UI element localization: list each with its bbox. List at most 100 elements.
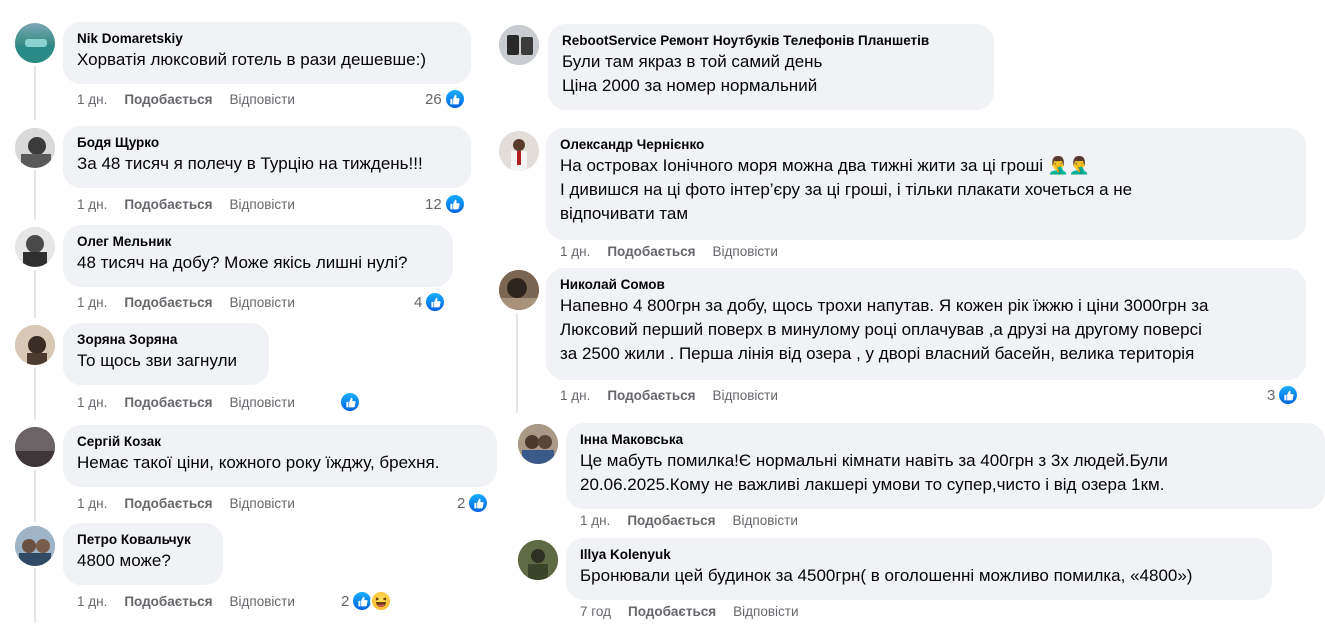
like-button[interactable]: Подобається	[124, 495, 212, 513]
like-icon	[467, 492, 490, 514]
reply-button[interactable]: Відповісти	[230, 394, 295, 412]
comment-bubble: Інна Маковська Це мабуть помилка!Є норма…	[566, 423, 1325, 509]
comment-author[interactable]: Петро Ковальчук	[77, 531, 211, 549]
thread-line	[34, 170, 36, 220]
reply-button[interactable]: Відповісти	[713, 387, 778, 405]
reply-button[interactable]: Відповісти	[230, 196, 295, 214]
reply-button[interactable]: Відповісти	[733, 603, 798, 621]
comment-text: Були там якраз в той самий день	[562, 52, 823, 71]
reply-button[interactable]: Відповісти	[713, 243, 778, 261]
comment-text: На островах Іонічного моря можна два тиж…	[560, 154, 1294, 178]
comment-author[interactable]: RebootService Ремонт Ноутбуків Телефонів…	[562, 32, 982, 50]
avatar-photo-icon	[15, 325, 55, 365]
comment-actions: 7 год Подобається Відповісти	[580, 603, 816, 621]
avatar-photo-icon	[499, 270, 539, 310]
comment-text: Немає такої ціни, кожного року їжджу, бр…	[77, 453, 440, 472]
avatar-photo-icon	[15, 227, 55, 267]
reaction-summary[interactable]: 3	[1267, 384, 1300, 406]
avatar[interactable]	[499, 25, 539, 65]
comment-bubble: Олег Мельник 48 тисяч на добу? Може якіс…	[63, 225, 453, 287]
avatar[interactable]	[518, 540, 558, 580]
comment-text: Хорватія люксовий готель в рази дешевше:…	[77, 50, 427, 69]
avatar[interactable]	[15, 325, 55, 365]
comment-time[interactable]: 1 дн.	[560, 387, 590, 405]
reply-button[interactable]: Відповісти	[733, 512, 798, 530]
avatar[interactable]	[518, 424, 558, 464]
avatar[interactable]	[15, 427, 55, 467]
comment-time[interactable]: 1 дн.	[560, 243, 590, 261]
like-icon	[424, 291, 447, 313]
comment-time[interactable]: 1 дн.	[580, 512, 610, 530]
reply-button[interactable]: Відповісти	[230, 91, 295, 109]
comment-text: 4800 може?	[77, 551, 171, 570]
comment-actions: 1 дн. Подобається Відповісти	[77, 294, 312, 312]
comment-author[interactable]: Олег Мельник	[77, 233, 441, 251]
reaction-summary[interactable]: 26	[425, 88, 466, 110]
avatar-photo-icon	[15, 427, 55, 467]
reaction-count: 2	[457, 494, 466, 512]
comment-text: 48 тисяч на добу? Може якісь лишні нулі?	[77, 253, 408, 272]
comment-text: відпочивати там	[560, 204, 689, 223]
comment-bubble: Николай Сомов Напевно 4 800грн за добу, …	[546, 268, 1306, 380]
comment-author[interactable]: Сергій Козак	[77, 433, 485, 451]
avatar[interactable]	[15, 526, 55, 566]
like-button[interactable]: Подобається	[124, 294, 212, 312]
comment-text: За 48 тисяч я полечу в Турцію на тиждень…	[77, 154, 423, 173]
comment-text: Ціна 2000 за номер нормальний	[562, 76, 818, 95]
reaction-count: 12	[425, 195, 442, 213]
reaction-count: 4	[414, 293, 423, 311]
like-button[interactable]: Подобається	[124, 593, 212, 611]
like-button[interactable]: Подобається	[124, 196, 212, 214]
avatar[interactable]	[15, 227, 55, 267]
like-icon	[1277, 384, 1300, 406]
avatar-photo-icon	[15, 39, 55, 63]
like-button[interactable]: Подобається	[607, 387, 695, 405]
avatar-photo-icon	[499, 25, 539, 65]
comment-author[interactable]: Nik Domaretskiy	[77, 30, 459, 48]
comment-time[interactable]: 1 дн.	[77, 593, 107, 611]
like-button[interactable]: Подобається	[124, 394, 212, 412]
comment-time[interactable]: 1 дн.	[77, 196, 107, 214]
reaction-count: 2	[341, 592, 350, 610]
comment-author[interactable]: Олександр Чернієнко	[560, 136, 1294, 154]
like-button[interactable]: Подобається	[124, 91, 212, 109]
comment-actions: 1 дн. Подобається Відповісти	[580, 512, 815, 530]
avatar[interactable]	[15, 128, 55, 168]
thread-line	[34, 368, 36, 420]
comment-author[interactable]: Зоряна Зоряна	[77, 331, 257, 349]
comment-author[interactable]: Інна Маковська	[580, 431, 1313, 449]
reaction-summary[interactable]: 2	[341, 590, 393, 612]
like-button[interactable]: Подобається	[607, 243, 695, 261]
like-button[interactable]: Подобається	[628, 603, 716, 621]
comment-time[interactable]: 1 дн.	[77, 91, 107, 109]
thread-line	[34, 270, 36, 318]
comment-text: То щось зви загнули	[77, 351, 237, 370]
avatar[interactable]	[499, 131, 539, 171]
comment-text: Люксовий перший поверх в минулому році о…	[560, 320, 1202, 339]
comment-author[interactable]: Бодя Щурко	[77, 134, 459, 152]
reply-button[interactable]: Відповісти	[230, 593, 295, 611]
reaction-summary[interactable]	[339, 391, 361, 413]
reaction-summary[interactable]: 12	[425, 193, 466, 215]
comment-time[interactable]: 1 дн.	[77, 394, 107, 412]
like-button[interactable]: Подобається	[627, 512, 715, 530]
avatar-photo-icon	[499, 131, 539, 171]
reaction-summary[interactable]: 4	[414, 291, 447, 313]
thread-line	[34, 568, 36, 623]
avatar[interactable]	[15, 23, 55, 63]
reaction-summary[interactable]: 2	[457, 492, 490, 514]
comment-author[interactable]: Illya Kolenyuk	[580, 546, 1260, 564]
comment-text: Це мабуть помилка!Є нормальні кімнати на…	[580, 451, 1168, 470]
comment-time[interactable]: 7 год	[580, 603, 611, 621]
comment-time[interactable]: 1 дн.	[77, 294, 107, 312]
reply-button[interactable]: Відповісти	[230, 294, 295, 312]
comment-bubble: Петро Ковальчук 4800 може?	[63, 523, 223, 585]
avatar[interactable]	[499, 270, 539, 310]
like-icon	[443, 88, 466, 110]
comment-actions: 1 дн. Подобається Відповісти	[560, 243, 795, 261]
comment-actions: 1 дн. Подобається Відповісти	[77, 394, 312, 412]
comment-time[interactable]: 1 дн.	[77, 495, 107, 513]
comment-actions: 1 дн. Подобається Відповісти	[77, 196, 312, 214]
comment-author[interactable]: Николай Сомов	[560, 276, 1294, 294]
reply-button[interactable]: Відповісти	[230, 495, 295, 513]
